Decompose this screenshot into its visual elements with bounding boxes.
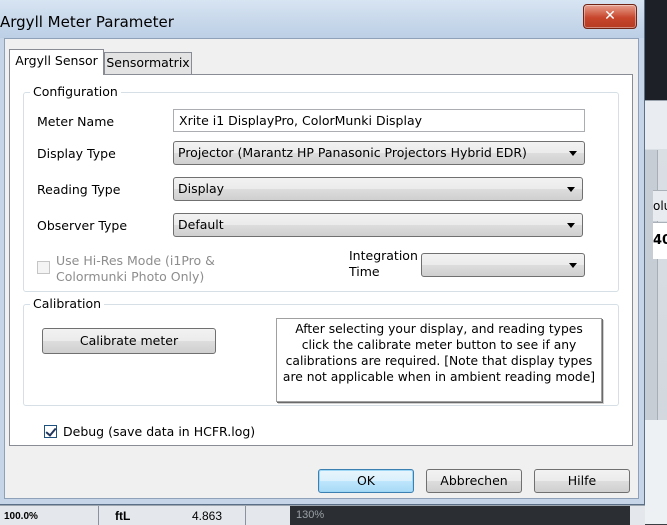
- configuration-group-label: Configuration: [30, 84, 121, 100]
- background-percent: 100.0%: [4, 511, 38, 522]
- integration-time-label: Integration Time: [349, 248, 418, 279]
- background-app-right-edge: olu 40: [645, 0, 667, 524]
- reading-type-label: Reading Type: [37, 182, 121, 197]
- chevron-down-icon: [567, 223, 575, 228]
- hires-mode-checkbox[interactable]: [37, 261, 50, 274]
- close-button[interactable]: ✕: [583, 4, 637, 29]
- background-zoom: 130%: [296, 509, 325, 521]
- display-type-value: Projector (Marantz HP Panasonic Projecto…: [178, 145, 527, 160]
- tab-sensormatrix[interactable]: Sensormatrix: [104, 52, 192, 74]
- checkmark-icon: [45, 425, 57, 437]
- background-app-bottom-strip: 100.0% ftL 4.863 130%: [0, 505, 645, 525]
- background-dark-area: [645, 0, 667, 100]
- chevron-down-icon: [569, 263, 577, 268]
- help-button[interactable]: Hilfe: [534, 469, 630, 493]
- hires-mode-label: Use Hi-Res Mode (i1Pro & Colormunki Phot…: [56, 253, 215, 284]
- calibration-info-text: After selecting your display, and readin…: [276, 318, 602, 402]
- dialog-window: Argyll Meter Parameter ✕ Argyll Sensor S…: [0, 0, 645, 505]
- cancel-button[interactable]: Abbrechen: [426, 469, 522, 493]
- close-icon: ✕: [604, 8, 616, 24]
- observer-type-select[interactable]: Default: [173, 213, 583, 237]
- observer-type-value: Default: [178, 217, 224, 232]
- calibrate-meter-button[interactable]: Calibrate meter: [42, 328, 216, 354]
- window-title: Argyll Meter Parameter: [0, 13, 174, 31]
- chevron-down-icon: [569, 151, 577, 156]
- title-bar[interactable]: Argyll Meter Parameter ✕: [0, 0, 644, 38]
- configuration-group: Configuration Meter Name Xrite i1 Displa…: [23, 84, 619, 292]
- background-cell-value: 40: [653, 222, 667, 259]
- background-dark-cell: 130%: [290, 506, 630, 525]
- reading-type-value: Display: [178, 181, 225, 196]
- background-unit: ftL: [115, 509, 131, 523]
- meter-name-label: Meter Name: [37, 114, 115, 129]
- background-value: 4.863: [192, 509, 223, 523]
- observer-type-label: Observer Type: [37, 218, 128, 233]
- ok-button[interactable]: OK: [318, 469, 414, 493]
- dialog-client-area: Argyll Sensor Sensormatrix Configuration…: [4, 38, 639, 499]
- display-type-select[interactable]: Projector (Marantz HP Panasonic Projecto…: [173, 141, 585, 165]
- meter-name-field[interactable]: Xrite i1 DisplayPro, ColorMunki Display: [173, 109, 585, 132]
- background-separator: [98, 506, 99, 525]
- calibration-group: Calibration Calibrate meter After select…: [23, 296, 619, 406]
- background-toolbar-strip: [645, 100, 667, 149]
- background-separator: [245, 506, 246, 525]
- background-panel: [645, 420, 667, 524]
- integration-time-select[interactable]: [421, 253, 585, 277]
- reading-type-select[interactable]: Display: [173, 177, 583, 201]
- debug-checkbox[interactable]: [44, 425, 57, 438]
- chevron-down-icon: [567, 187, 575, 192]
- debug-label: Debug (save data in HCFR.log): [63, 424, 256, 439]
- background-column-header: olu: [653, 190, 667, 221]
- tab-panel: Configuration Meter Name Xrite i1 Displa…: [9, 74, 633, 446]
- calibration-group-label: Calibration: [30, 296, 105, 312]
- tab-argyll-sensor[interactable]: Argyll Sensor: [9, 49, 104, 75]
- display-type-label: Display Type: [37, 146, 116, 161]
